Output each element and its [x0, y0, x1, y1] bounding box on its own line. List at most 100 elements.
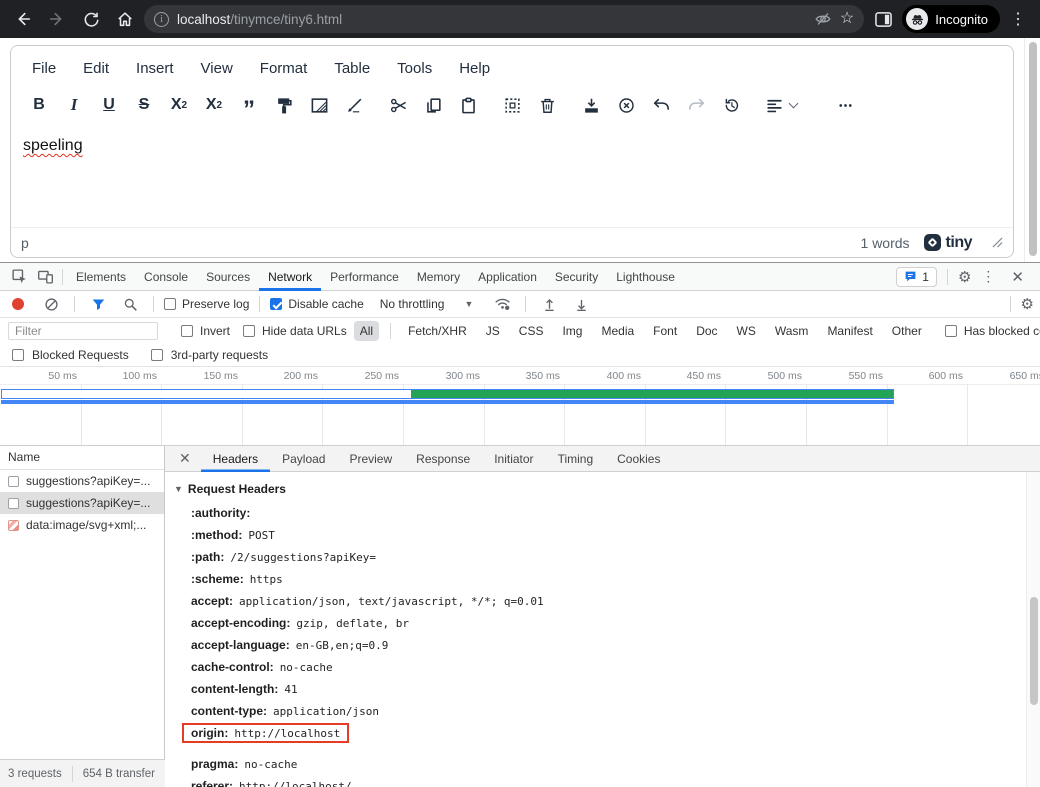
- editor-content[interactable]: speeling: [11, 126, 1013, 216]
- paste-icon[interactable]: [458, 95, 478, 115]
- preserve-log-label[interactable]: Preserve log: [182, 297, 249, 311]
- has-blocked-cookies-label[interactable]: Has blocked cookies: [964, 324, 1040, 338]
- menu-insert[interactable]: Insert: [136, 60, 174, 77]
- menu-format[interactable]: Format: [260, 60, 308, 77]
- misspelled-word[interactable]: speeling: [23, 137, 83, 154]
- cancel-icon[interactable]: [616, 95, 636, 115]
- redo-icon[interactable]: [686, 95, 706, 115]
- menu-tools[interactable]: Tools: [397, 60, 432, 77]
- preserve-log-checkbox[interactable]: [164, 298, 176, 310]
- filter-type-all[interactable]: All: [354, 321, 379, 341]
- request-row-selected[interactable]: suggestions?apiKey=...: [0, 492, 164, 514]
- network-conditions-button[interactable]: [489, 291, 515, 317]
- filter-type-css[interactable]: CSS: [513, 321, 550, 341]
- hide-data-urls-checkbox[interactable]: [243, 325, 255, 337]
- devtools-menu-icon[interactable]: ⋮: [977, 268, 999, 285]
- network-search-button[interactable]: [117, 291, 143, 317]
- reload-button[interactable]: [76, 4, 106, 34]
- incognito-badge[interactable]: Incognito: [902, 5, 1000, 33]
- network-settings-icon[interactable]: ⚙: [1021, 295, 1034, 313]
- filter-type-wasm[interactable]: Wasm: [769, 321, 815, 341]
- back-button[interactable]: [8, 4, 38, 34]
- align-left-icon[interactable]: [765, 95, 797, 115]
- tab-headers[interactable]: Headers: [201, 446, 270, 472]
- underline-icon[interactable]: U: [99, 95, 119, 115]
- menu-view[interactable]: View: [201, 60, 233, 77]
- eye-blocked-icon[interactable]: [814, 10, 832, 28]
- filter-type-media[interactable]: Media: [595, 321, 640, 341]
- throttling-dropdown-icon[interactable]: ▼: [464, 299, 473, 309]
- network-overview-timeline[interactable]: 50 ms 100 ms 150 ms 200 ms 250 ms 300 ms…: [0, 367, 1040, 446]
- more-icon[interactable]: [835, 95, 855, 115]
- bold-icon[interactable]: B: [29, 95, 49, 115]
- overview-request-bar[interactable]: [1, 389, 894, 399]
- site-info-icon[interactable]: i: [154, 12, 169, 27]
- filter-input[interactable]: [8, 322, 158, 340]
- page-scrollbar-thumb[interactable]: [1029, 42, 1037, 256]
- tab-response[interactable]: Response: [404, 446, 482, 472]
- menu-edit[interactable]: Edit: [83, 60, 109, 77]
- disable-cache-checkbox[interactable]: [270, 298, 282, 310]
- throttling-select[interactable]: No throttling: [380, 297, 445, 311]
- inspect-element-button[interactable]: [6, 264, 32, 290]
- overview-blue-bar[interactable]: [1, 400, 894, 404]
- hide-data-urls-label[interactable]: Hide data URLs: [262, 324, 347, 338]
- filter-type-doc[interactable]: Doc: [690, 321, 723, 341]
- menu-help[interactable]: Help: [459, 60, 490, 77]
- delete-icon[interactable]: [537, 95, 557, 115]
- disable-cache-label[interactable]: Disable cache: [288, 297, 363, 311]
- import-har-button[interactable]: [536, 291, 562, 317]
- home-button[interactable]: [110, 4, 140, 34]
- tiny-brand[interactable]: tiny: [924, 234, 972, 252]
- filter-type-other[interactable]: Other: [886, 321, 928, 341]
- tab-console[interactable]: Console: [135, 263, 197, 291]
- browser-menu-button[interactable]: ⋮: [1004, 9, 1032, 29]
- superscript-icon[interactable]: X2: [204, 95, 224, 115]
- tab-initiator[interactable]: Initiator: [482, 446, 545, 472]
- filter-type-img[interactable]: Img: [556, 321, 588, 341]
- tab-application[interactable]: Application: [469, 263, 546, 291]
- filter-type-manifest[interactable]: Manifest: [821, 321, 878, 341]
- has-blocked-cookies-checkbox[interactable]: [945, 325, 957, 337]
- details-scrollbar-thumb[interactable]: [1030, 597, 1038, 705]
- filter-type-ws[interactable]: WS: [731, 321, 762, 341]
- details-scrollbar[interactable]: [1026, 472, 1040, 787]
- copy-icon[interactable]: [423, 95, 443, 115]
- close-details-icon[interactable]: ✕: [169, 450, 201, 467]
- devtools-settings-icon[interactable]: ⚙: [958, 268, 971, 286]
- element-path[interactable]: p: [21, 235, 29, 251]
- tab-performance[interactable]: Performance: [321, 263, 408, 291]
- tab-payload[interactable]: Payload: [270, 446, 337, 472]
- blocked-requests-label[interactable]: Blocked Requests: [32, 348, 129, 362]
- tab-preview[interactable]: Preview: [337, 446, 404, 472]
- invert-checkbox[interactable]: [181, 325, 193, 337]
- side-panel-button[interactable]: [868, 4, 898, 34]
- tab-lighthouse[interactable]: Lighthouse: [607, 263, 684, 291]
- filter-type-fetch-xhr[interactable]: Fetch/XHR: [402, 321, 473, 341]
- tab-memory[interactable]: Memory: [408, 263, 469, 291]
- format-painter-icon[interactable]: [274, 95, 294, 115]
- edit-image-icon[interactable]: [309, 95, 329, 115]
- tab-timing[interactable]: Timing: [546, 446, 606, 472]
- menu-file[interactable]: File: [32, 60, 56, 77]
- request-row[interactable]: suggestions?apiKey=...: [0, 470, 164, 492]
- disclosure-triangle-icon[interactable]: ▼: [174, 484, 183, 494]
- menu-table[interactable]: Table: [334, 60, 370, 77]
- devtools-close-icon[interactable]: ✕: [1005, 268, 1030, 286]
- url-text[interactable]: localhost/tinymce/tiny6.html: [177, 12, 806, 27]
- page-scrollbar[interactable]: [1024, 38, 1040, 262]
- italic-icon[interactable]: I: [64, 95, 84, 115]
- strikethrough-icon[interactable]: S: [134, 95, 154, 115]
- forward-button[interactable]: [42, 4, 72, 34]
- issues-button[interactable]: 1: [896, 267, 937, 287]
- bookmark-star-icon[interactable]: ☆: [840, 11, 854, 27]
- request-row[interactable]: data:image/svg+xml;...: [0, 514, 164, 536]
- subscript-icon[interactable]: X2: [169, 95, 189, 115]
- resize-grip-icon[interactable]: [992, 237, 1003, 248]
- restore-draft-icon[interactable]: [721, 95, 741, 115]
- permanent-pen-icon[interactable]: [344, 95, 364, 115]
- third-party-requests-label[interactable]: 3rd-party requests: [171, 348, 268, 362]
- save-icon[interactable]: [581, 95, 601, 115]
- filter-toggle-button[interactable]: [85, 291, 111, 317]
- record-button[interactable]: [12, 298, 24, 310]
